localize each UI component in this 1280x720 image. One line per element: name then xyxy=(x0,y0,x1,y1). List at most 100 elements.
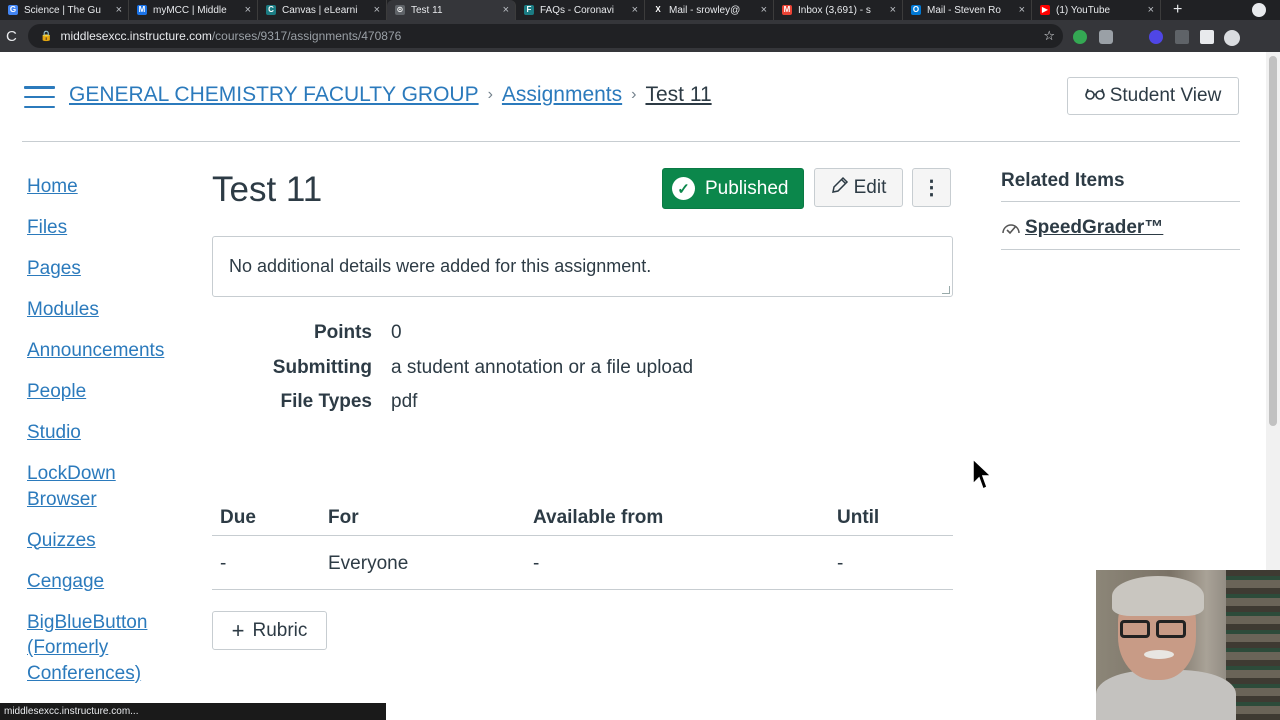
dates-header-row: Due For Available from Until xyxy=(212,497,953,536)
cell-until: - xyxy=(837,553,844,574)
profile-avatar[interactable] xyxy=(1224,30,1240,46)
description-text: No additional details were added for thi… xyxy=(229,256,652,276)
tab-close-icon[interactable]: × xyxy=(374,4,380,16)
nav-item-lockdown-browser[interactable]: LockDown Browser xyxy=(27,461,127,512)
browser-tab[interactable]: O Mail - Steven Ro × xyxy=(903,0,1032,20)
browser-status-bar: middlesexcc.instructure.com... xyxy=(0,703,386,720)
edit-label: Edit xyxy=(853,176,887,198)
nav-item-announcements[interactable]: Announcements xyxy=(27,338,187,364)
tab-close-icon[interactable]: × xyxy=(761,4,767,16)
breadcrumb-assignments[interactable]: Assignments xyxy=(502,83,622,107)
course-navigation: Home Files Pages Modules Announcements P… xyxy=(27,174,187,702)
tab-favicon-icon: C xyxy=(266,5,276,15)
detail-label: Points xyxy=(313,322,372,343)
nav-item-modules[interactable]: Modules xyxy=(27,297,187,323)
tab-label: myMCC | Middle xyxy=(153,4,227,16)
nav-item-files[interactable]: Files xyxy=(27,215,187,241)
browser-tab[interactable]: M Inbox (3,691) - s × xyxy=(774,0,903,20)
tab-close-icon[interactable]: × xyxy=(245,4,251,16)
browser-tab-bar: G Science | The Gu × MmyMCC | Middle × C Canva… xyxy=(0,0,1280,20)
url-path: /courses/9317/assignments/470876 xyxy=(211,29,402,43)
edit-button[interactable]: Edit xyxy=(814,168,903,207)
detail-label: Submitting xyxy=(272,357,372,378)
detail-value: a student annotation or a file upload xyxy=(391,357,694,378)
tab-favicon-icon: M xyxy=(137,5,147,15)
nav-item-pages[interactable]: Pages xyxy=(27,256,187,282)
browser-toolbar: C 🔒 middlesexcc.instructure.com/courses/… xyxy=(0,20,1280,52)
tab-label: Test 11 xyxy=(411,4,443,16)
nav-item-cengage[interactable]: Cengage xyxy=(27,569,187,595)
address-bar[interactable]: 🔒 middlesexcc.instructure.com/courses/93… xyxy=(28,24,1063,48)
nav-item-studio[interactable]: Studio xyxy=(27,420,187,446)
puzzle-icon[interactable] xyxy=(1200,30,1214,44)
browser-tab[interactable]: MmyMCC | Middle × xyxy=(129,0,258,20)
new-tab-icon[interactable]: + xyxy=(1173,1,1182,19)
tab-close-icon[interactable]: × xyxy=(632,4,638,16)
tab-close-icon[interactable]: × xyxy=(1019,4,1025,16)
scrollbar-thumb[interactable] xyxy=(1269,56,1277,426)
browser-tab[interactable]: G Science | The Gu × xyxy=(0,0,129,20)
cell-available-from: - xyxy=(533,553,540,574)
tab-label: Mail - srowley@ xyxy=(669,4,741,16)
extension-icon-pen[interactable] xyxy=(1175,30,1189,44)
url-host: middlesexcc.instructure.com xyxy=(60,29,212,43)
browser-tab[interactable]: C Canvas | eLearni × xyxy=(258,0,387,20)
related-items-sidebar: Related Items SpeedGrader™ xyxy=(1001,170,1240,250)
extension-icon-green[interactable] xyxy=(1073,30,1087,44)
tab-label: (1) YouTube xyxy=(1056,4,1111,16)
speedgrader-icon xyxy=(1001,221,1021,242)
browser-tab[interactable]: F FAQs - Coronavi × xyxy=(516,0,645,20)
browser-tab[interactable]: ⊙ Test 11 × xyxy=(387,0,516,20)
check-circle-icon: ✓ xyxy=(672,177,695,200)
published-label: Published xyxy=(705,177,789,199)
tab-favicon-icon: ▶ xyxy=(1040,5,1050,15)
breadcrumb-current[interactable]: Test 11 xyxy=(645,83,711,107)
tab-favicon-icon: X xyxy=(653,5,663,15)
header-available-from: Available from xyxy=(533,507,664,528)
extension-icon-blue[interactable] xyxy=(1149,30,1163,44)
related-item-speedgrader: SpeedGrader™ xyxy=(1001,202,1240,250)
detail-label: File Types xyxy=(280,391,372,412)
nav-item-quizzes[interactable]: Quizzes xyxy=(27,528,187,554)
mouse-cursor-icon xyxy=(972,458,992,491)
student-view-button[interactable]: Student View xyxy=(1067,77,1239,115)
add-rubric-button[interactable]: + Rubric xyxy=(212,611,327,650)
page-title: Test 11 xyxy=(212,170,323,209)
header-until: Until xyxy=(837,507,880,528)
browser-menu-icon[interactable] xyxy=(1252,3,1266,17)
tab-favicon-icon: F xyxy=(524,5,534,15)
detail-value: pdf xyxy=(391,391,418,412)
nav-item-bigbluebutton[interactable]: BigBlueButton (Formerly Conferences) xyxy=(27,610,157,687)
bookmark-star-icon[interactable]: ☆ xyxy=(1043,28,1055,44)
tab-favicon-icon: O xyxy=(911,5,921,15)
header-due: Due xyxy=(220,507,256,528)
assignment-dates-table: Due For Available from Until - Everyone … xyxy=(212,497,953,590)
page-header: GENERAL CHEMISTRY FACULTY GROUP › Assign… xyxy=(0,52,1266,142)
resize-grip-icon[interactable] xyxy=(942,286,950,294)
breadcrumb-course[interactable]: GENERAL CHEMISTRY FACULTY GROUP xyxy=(69,83,479,107)
tab-favicon-icon: G xyxy=(8,5,18,15)
nav-item-home[interactable]: Home xyxy=(27,174,187,200)
tab-close-icon[interactable]: × xyxy=(1148,4,1154,16)
table-row: - Everyone - - xyxy=(212,536,953,590)
tab-favicon-icon: ⊙ xyxy=(395,5,405,15)
speedgrader-link[interactable]: SpeedGrader™ xyxy=(1025,217,1163,238)
detail-row-file-types: File Types pdf xyxy=(212,391,953,413)
reload-icon[interactable]: C xyxy=(6,28,26,45)
extension-icon-gray[interactable] xyxy=(1099,30,1113,44)
detail-value: 0 xyxy=(391,322,402,343)
tab-close-icon[interactable]: × xyxy=(503,4,509,16)
header-for: For xyxy=(328,507,359,528)
plus-icon: + xyxy=(231,617,245,643)
tab-label: Canvas | eLearni xyxy=(282,4,358,16)
pencil-icon xyxy=(831,176,849,199)
more-options-kebab-icon[interactable]: ⋮ xyxy=(912,168,951,207)
published-button[interactable]: ✓ Published xyxy=(662,168,804,209)
browser-tab[interactable]: ▶ (1) YouTube × xyxy=(1032,0,1161,20)
nav-item-people[interactable]: People xyxy=(27,379,187,405)
tab-close-icon[interactable]: × xyxy=(116,4,122,16)
browser-tab[interactable]: X Mail - srowley@ × xyxy=(645,0,774,20)
tab-close-icon[interactable]: × xyxy=(890,4,896,16)
hamburger-menu-icon[interactable] xyxy=(24,86,55,108)
tab-label: Science | The Gu xyxy=(24,4,101,16)
